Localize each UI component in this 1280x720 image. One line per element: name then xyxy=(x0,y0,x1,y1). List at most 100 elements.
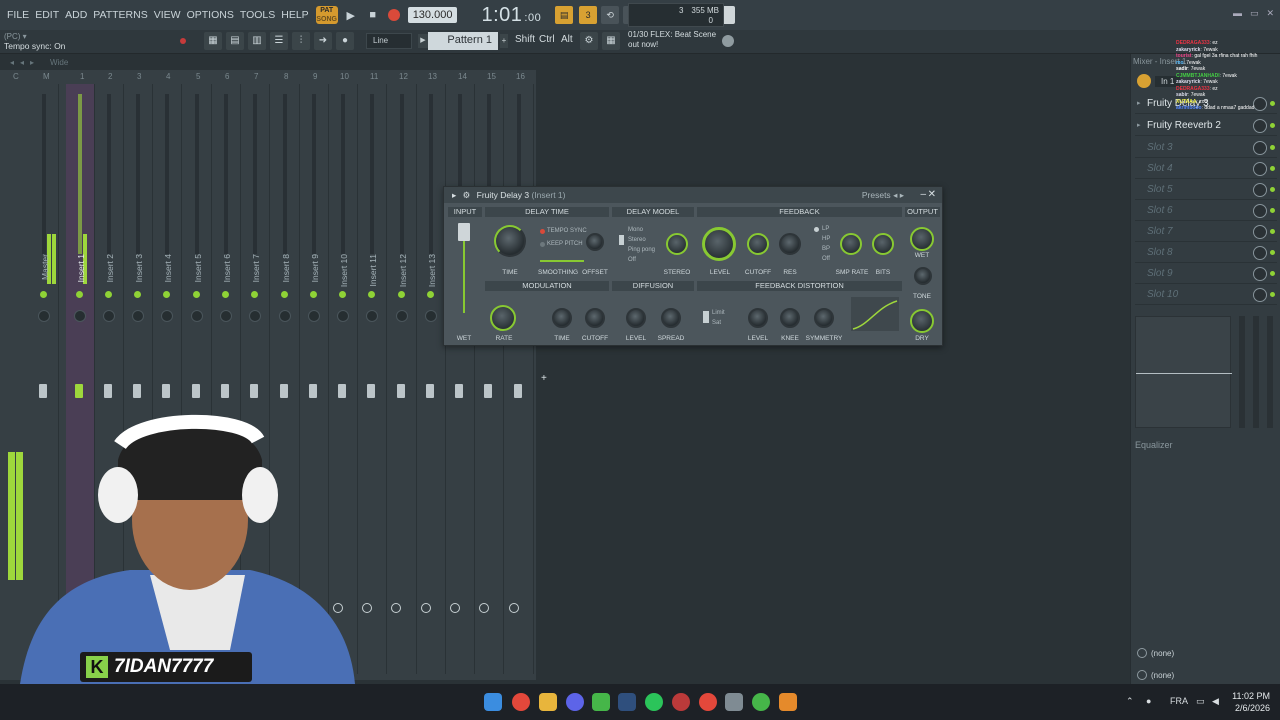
stereo-knob[interactable] xyxy=(666,233,688,255)
spread-knob[interactable] xyxy=(661,308,681,328)
track-volume-fader[interactable] xyxy=(192,384,200,398)
slot-mix-knob[interactable] xyxy=(1253,183,1267,197)
output-route-icon-2[interactable] xyxy=(1137,670,1147,680)
slot-enable-led[interactable] xyxy=(1270,229,1275,234)
effect-slot-4[interactable]: Slot 4 xyxy=(1135,159,1277,179)
track-enable-led[interactable] xyxy=(310,291,317,298)
tray-chevron-icon[interactable]: ⌃ xyxy=(1126,696,1134,707)
track-route-icon[interactable] xyxy=(479,603,489,613)
menu-patterns[interactable]: PATTERNS xyxy=(90,9,150,21)
menu-help[interactable]: HELP xyxy=(278,9,311,21)
knee-knob[interactable] xyxy=(780,308,800,328)
track-enable-led[interactable] xyxy=(105,291,112,298)
track-volume-fader[interactable] xyxy=(338,384,346,398)
track-pan-knob[interactable] xyxy=(337,310,349,322)
presets-button[interactable]: Presets ◂ ▸ xyxy=(862,190,904,201)
track-pan-knob[interactable] xyxy=(396,310,408,322)
tempo-display[interactable]: 130.000 xyxy=(407,7,458,23)
track-pan-knob[interactable] xyxy=(366,310,378,322)
track-enable-led[interactable] xyxy=(222,291,229,298)
maximize-icon[interactable]: ▭ xyxy=(1250,8,1259,19)
tone-knob[interactable] xyxy=(914,267,932,285)
track-volume-fader[interactable] xyxy=(309,384,317,398)
eq-band-slider-1[interactable] xyxy=(1239,316,1245,428)
slot-arrow-icon[interactable]: ▸ xyxy=(1137,121,1141,129)
gear-icon[interactable]: ⚙ xyxy=(463,190,471,200)
slot-enable-led[interactable] xyxy=(1270,166,1275,171)
view-arrow-icon-3[interactable]: ▸ xyxy=(30,58,34,67)
plugin-title-bar[interactable]: ▸ ⚙ Fruity Delay 3 (Insert 1) Presets ◂ … xyxy=(444,187,942,203)
equalizer-graph[interactable] xyxy=(1135,316,1232,428)
model-mono[interactable]: Mono xyxy=(628,225,655,235)
obs-icon[interactable] xyxy=(672,693,690,711)
language-indicator[interactable]: FRA xyxy=(1170,696,1188,706)
mixer-track-insert-16[interactable] xyxy=(505,84,534,674)
arrow-tool-icon[interactable]: ➜ xyxy=(314,32,332,50)
track-volume-fader[interactable] xyxy=(484,384,492,398)
effect-slot-3[interactable]: Slot 3 xyxy=(1135,138,1277,158)
chrome-icon-2[interactable] xyxy=(699,693,717,711)
smoothing-slider[interactable] xyxy=(540,260,584,262)
pattern-add-icon[interactable]: + xyxy=(500,34,508,48)
track-pan-knob[interactable] xyxy=(220,310,232,322)
system-clock[interactable]: 11:02 PM 2/6/2026 xyxy=(1232,690,1270,714)
whatsapp-icon-2[interactable] xyxy=(752,693,770,711)
discord-icon[interactable] xyxy=(566,693,584,711)
chrome-icon[interactable] xyxy=(512,693,530,711)
eq-band-slider-3[interactable] xyxy=(1267,316,1273,428)
minimize-icon[interactable]: ▬ xyxy=(1233,8,1242,19)
track-volume-fader[interactable] xyxy=(104,384,112,398)
track-enable-led[interactable] xyxy=(339,291,346,298)
track-enable-led[interactable] xyxy=(193,291,200,298)
slot-enable-led[interactable] xyxy=(1270,271,1275,276)
track-volume-fader[interactable] xyxy=(39,384,47,398)
mod-time-knob[interactable] xyxy=(552,308,572,328)
feedback-res-knob[interactable] xyxy=(779,233,801,255)
ctrl-key-button[interactable]: Ctrl xyxy=(539,34,555,45)
track-volume-fader[interactable] xyxy=(397,384,405,398)
effect-slot-2[interactable]: ▸ Fruity Reeverb 2 xyxy=(1135,116,1277,136)
touch-controller-icon[interactable]: ▦ xyxy=(602,32,620,50)
view-arrow-icon[interactable]: ◂ xyxy=(10,58,14,67)
slot-mix-knob[interactable] xyxy=(1253,141,1267,155)
output-select-2[interactable]: (none) xyxy=(1151,671,1174,680)
track-pan-knob[interactable] xyxy=(103,310,115,322)
view-arrow-icon-2[interactable]: ◂ xyxy=(20,58,24,67)
time-display[interactable]: 1:01:00 xyxy=(481,4,541,27)
typing-keyboard-icon[interactable]: ⚙ xyxy=(580,32,598,50)
effect-slot-6[interactable]: Slot 6 xyxy=(1135,201,1277,221)
menu-options[interactable]: OPTIONS xyxy=(184,9,237,21)
track-volume-fader[interactable] xyxy=(426,384,434,398)
menu-tools[interactable]: TOOLS xyxy=(237,9,278,21)
track-enable-led[interactable] xyxy=(281,291,288,298)
plugin-menu-arrow-icon[interactable]: ▸ xyxy=(452,190,456,200)
slot-mix-knob[interactable] xyxy=(1253,119,1267,133)
slot-enable-led[interactable] xyxy=(1270,292,1275,297)
plugin-picker-icon[interactable]: ⫶ xyxy=(292,32,310,50)
slot-enable-led[interactable] xyxy=(1270,123,1275,128)
whatsapp-icon[interactable] xyxy=(592,693,610,711)
mode-limit[interactable]: Limit xyxy=(712,308,725,318)
track-volume-fader[interactable] xyxy=(514,384,522,398)
filter-off[interactable]: Off xyxy=(822,254,830,264)
slot-mix-knob[interactable] xyxy=(1253,204,1267,218)
feedback-level-knob[interactable] xyxy=(702,227,736,261)
track-volume-fader[interactable] xyxy=(367,384,375,398)
pattern-selector[interactable]: Pattern 1 xyxy=(428,32,498,50)
filter-lp[interactable]: LP xyxy=(822,224,830,234)
track-pan-knob[interactable] xyxy=(74,310,86,322)
menu-file[interactable]: FILE xyxy=(4,9,32,21)
prev-preset-icon[interactable]: ◂ xyxy=(893,190,897,200)
track-enable-led[interactable] xyxy=(427,291,434,298)
snap-select[interactable]: Line xyxy=(366,33,412,49)
distortion-mode-switch[interactable] xyxy=(703,311,709,323)
play-button[interactable]: ▶ xyxy=(342,6,360,24)
stop-button[interactable]: ■ xyxy=(364,6,382,24)
close-icon[interactable]: ✕ xyxy=(1266,8,1274,19)
slot-enable-led[interactable] xyxy=(1270,208,1275,213)
track-pan-knob[interactable] xyxy=(425,310,437,322)
mod-rate-knob[interactable] xyxy=(490,305,516,331)
mixer-track-insert-14[interactable] xyxy=(446,84,475,674)
delay-model-options[interactable]: Mono Stereo Ping pong Off xyxy=(628,225,655,265)
effect-slot-8[interactable]: Slot 8 xyxy=(1135,243,1277,263)
